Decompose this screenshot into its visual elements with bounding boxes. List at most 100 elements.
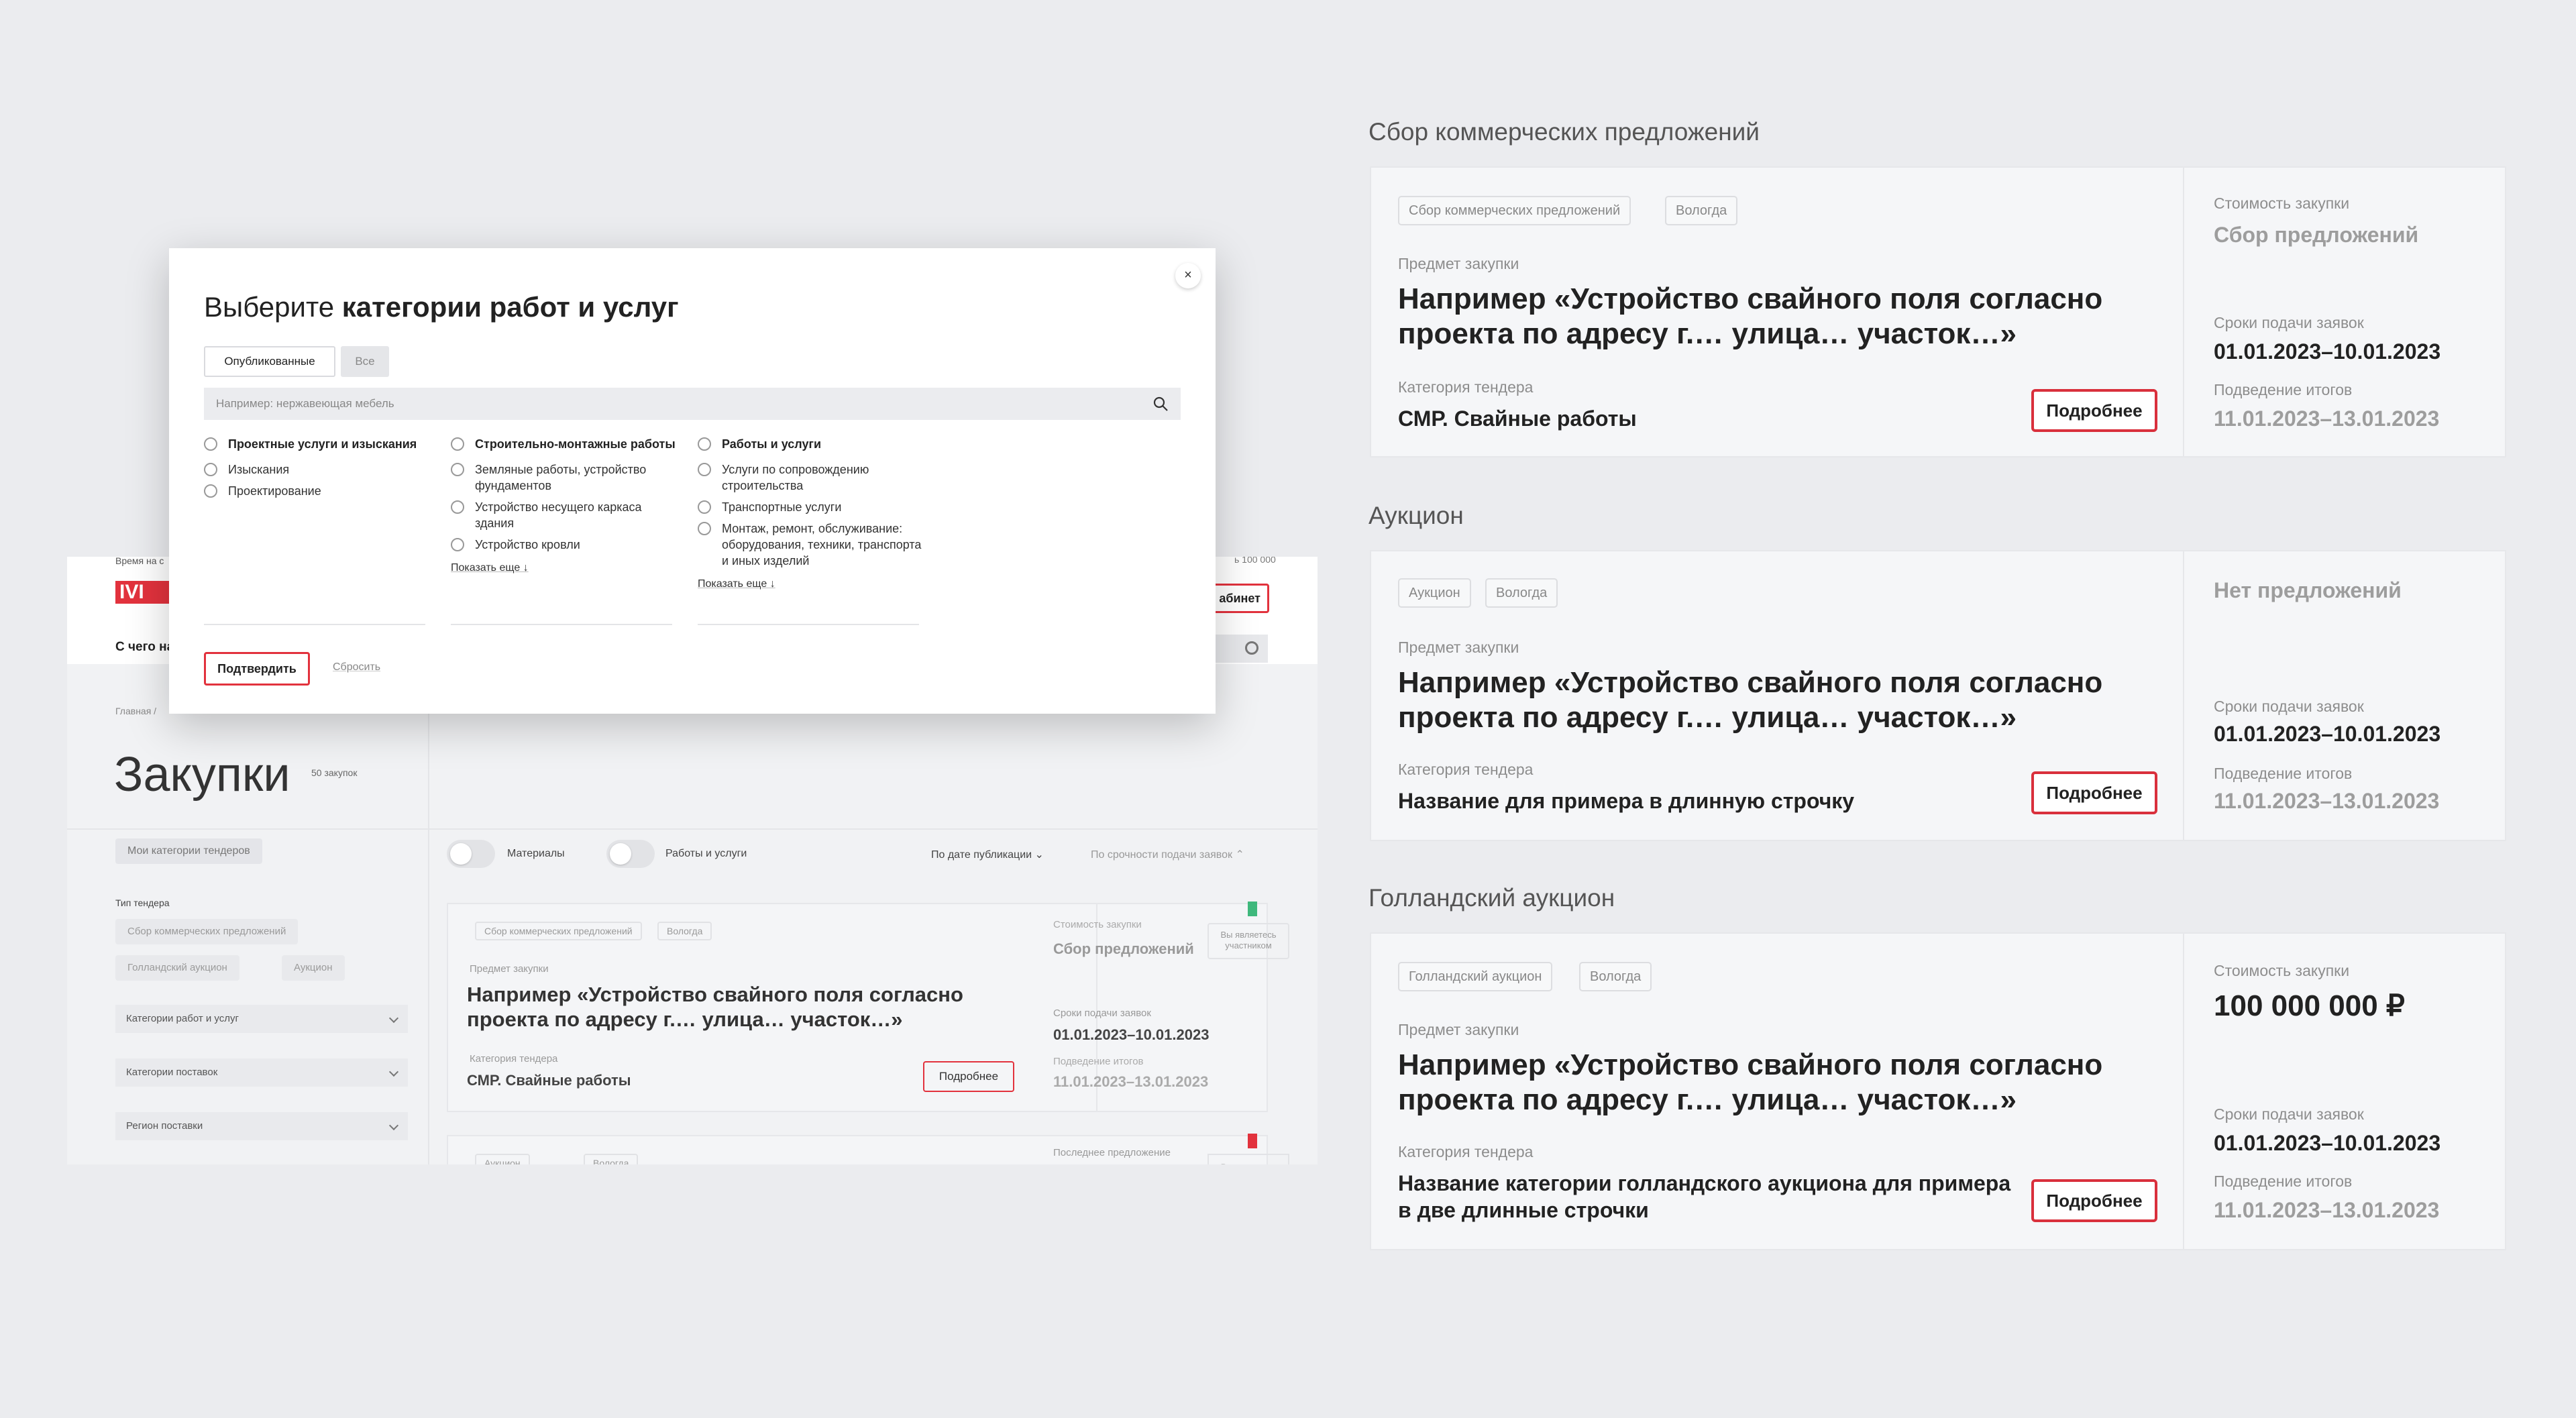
category-group-radio[interactable]: Проектные услуги и изыскания [204,436,432,452]
tender-card: Сбор коммерческих предложений Вологда Пр… [1370,166,2506,457]
tender-type-chip[interactable]: Голландский аукцион [115,955,239,981]
sort-by-urgency[interactable]: По срочности подачи заявок ⌃ [1091,848,1244,861]
reset-link[interactable]: Сбросить [333,661,380,673]
category-radio[interactable]: Проектирование [204,483,432,499]
tender-type-chip[interactable]: Сбор коммерческих предложений [115,919,299,944]
subject-label: Предмет закупки [1398,1021,1519,1038]
category-search-input[interactable]: Например: нержавеющая мебель [204,388,1181,420]
results-label: Подведение итогов [2214,381,2353,398]
category-radio[interactable]: Земляные работы, устройство фундаментов [451,461,679,494]
page-title: Закупки [114,748,290,802]
category-label: Категория тендера [1398,761,1534,778]
section-title: Сбор коммерческих предложений [1368,118,1760,146]
tender-card: Голландский аукцион Вологда Предмет заку… [1370,932,2506,1250]
purchase-count: 50 закупок [311,767,358,778]
works-toggle-label: Работы и услуги [665,848,747,859]
select-label: Регион поставки [126,1120,203,1132]
show-more-link[interactable]: Показать еще ↓ [451,562,679,574]
chevron-down-icon [388,1120,399,1131]
time-label: Время на с [115,557,164,566]
bookmark-flag-icon[interactable] [1248,902,1257,916]
works-category-select[interactable]: Категории работ и услуг [115,1005,408,1033]
subject-label: Предмет закупки [470,963,549,975]
column-divider [451,624,672,625]
cost-label: Стоимость закупки [2214,195,2350,212]
category-group-radio[interactable]: Работы и услуги [698,436,926,452]
category-radio[interactable]: Устройство кровли [451,537,679,553]
tab-published[interactable]: Опубликованные [204,346,335,377]
card-tag: Сбор коммерческих предложений [475,922,642,940]
modal-title-bold: категории работ и услуг [341,291,679,323]
close-icon[interactable]: × [1175,263,1201,288]
cost-value: Нет предложений [2214,578,2402,602]
confirm-button[interactable]: Подтвердить [204,652,310,686]
min-label: ь 100 000 [1234,557,1276,565]
breadcrumb[interactable]: Главная / [115,706,156,716]
category-column: Строительно-монтажные работы Земляные ра… [451,436,679,574]
card-tag: Вологда [1665,196,1738,225]
card-tag: Вологда [584,1154,639,1164]
subject-text: Например «Устройство свайного поля согла… [1398,282,2103,350]
deadline-label: Сроки подачи заявок [2214,698,2364,715]
card-divider [2183,934,2184,1249]
column-divider [204,624,425,625]
subject-text: Например «Устройство свайного поля согла… [1398,666,2103,734]
last-bid-label: Последнее предложение [1053,1147,1171,1158]
more-button[interactable]: Подробнее [923,1061,1014,1092]
cost-value: 100 000 000 ₽ [2214,989,2405,1022]
region-select[interactable]: Регион поставки [115,1112,408,1140]
card-tag: Голландский аукцион [1398,962,1553,991]
category-text: Название для примера в длинную строчку [1398,789,1855,813]
card-divider [2183,168,2184,456]
subject-text: Например «Устройство свайного поля согла… [1398,1048,2103,1116]
cost-value: Сбор предложений [1053,940,1194,957]
site-logo[interactable]: IVI [115,581,176,604]
category-group-radio[interactable]: Строительно-монтажные работы [451,436,679,452]
more-button[interactable]: Подробнее [2031,1179,2157,1222]
results-label: Подведение итогов [2214,765,2353,782]
tab-all[interactable]: Все [341,346,389,377]
category-column: Проектные услуги и изыскания Изыскания П… [204,436,432,504]
search-icon[interactable] [1152,396,1169,412]
deadline-label: Сроки подачи заявок [1053,1007,1151,1019]
tender-type-chip[interactable]: Аукцион [282,955,345,981]
more-button[interactable]: Подробнее [2031,389,2157,432]
category-label: Категория тендера [1398,1143,1534,1160]
cabinet-button[interactable]: абинет [1208,584,1269,613]
sort-by-date[interactable]: По дате публикации ⌄ [931,848,1044,861]
category-label: Категория тендера [1398,378,1534,396]
category-radio[interactable]: Устройство несущего каркаса здания [451,499,679,531]
results-label: Подведение итогов [2214,1172,2353,1190]
bid-button[interactable]: Ваша ставка [1208,1154,1289,1164]
subject-label: Предмет закупки [1398,255,1519,272]
supply-category-select[interactable]: Категории поставок [115,1058,408,1087]
header-divider [67,828,1318,830]
bookmark-flag-icon[interactable] [1248,1134,1257,1148]
category-radio[interactable]: Услуги по сопровождению строительства [698,461,926,494]
select-label: Категории поставок [126,1067,218,1078]
category-radio[interactable]: Монтаж, ремонт, обслуживание: оборудован… [698,521,926,569]
chevron-down-icon [388,1013,399,1024]
card-tag: Аукцион [475,1154,530,1164]
modal-title: Выберите категории работ и услуг [204,291,679,323]
category-radio[interactable]: Изыскания [204,461,432,478]
works-toggle[interactable] [606,840,655,868]
show-more-link[interactable]: Показать еще ↓ [698,578,926,590]
search-placeholder: Например: нержавеющая мебель [216,397,394,410]
my-categories-button[interactable]: Мои категории тендеров [115,838,262,864]
deadline-value: 01.01.2023–10.01.2023 [1053,1026,1210,1043]
deadline-label: Сроки подачи заявок [2214,1105,2364,1123]
deadline-label: Сроки подачи заявок [2214,314,2364,331]
materials-toggle[interactable] [447,840,495,868]
card-divider [2183,551,2184,840]
results-value: 11.01.2023–13.01.2023 [2214,789,2440,813]
chevron-down-icon [388,1067,399,1077]
category-modal: × Выберите категории работ и услуг Опубл… [169,248,1216,714]
where-start-link[interactable]: С чего на [115,640,174,655]
results-value: 11.01.2023–13.01.2023 [1053,1073,1209,1090]
subject-text: Например «Устройство свайного поля согла… [467,983,963,1031]
category-radio[interactable]: Транспортные услуги [698,499,926,515]
results-value: 11.01.2023–13.01.2023 [2214,1198,2440,1222]
more-button[interactable]: Подробнее [2031,771,2157,814]
category-column: Работы и услуги Услуги по сопровождению … [698,436,926,590]
